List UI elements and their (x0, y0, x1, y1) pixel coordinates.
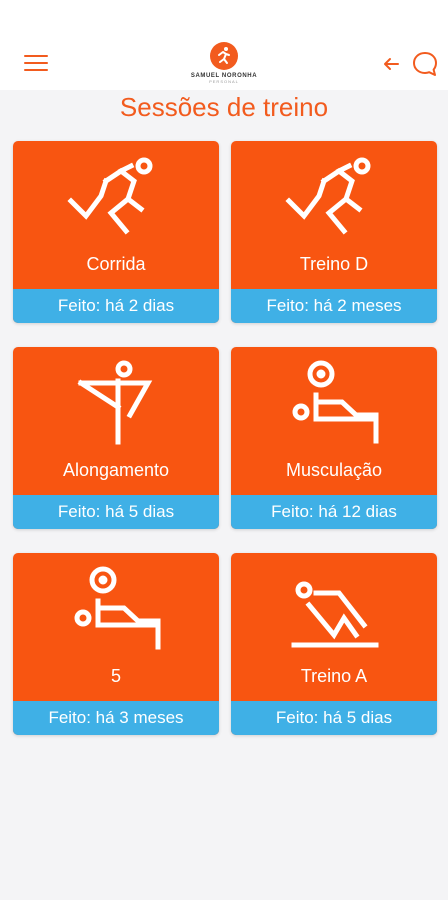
session-card[interactable]: Musculação Feito: há 12 dias (231, 347, 437, 529)
session-card[interactable]: Corrida Feito: há 2 dias (13, 141, 219, 323)
session-status: Feito: há 12 dias (231, 495, 437, 529)
session-card[interactable]: 5 Feito: há 3 meses (13, 553, 219, 735)
session-status: Feito: há 2 dias (13, 289, 219, 323)
arrow-left-icon (384, 58, 399, 70)
runner-icon (285, 157, 371, 235)
session-name: Alongamento (62, 460, 170, 480)
session-status: Feito: há 5 dias (13, 495, 219, 529)
chat-button[interactable] (412, 50, 438, 78)
runner-logo-icon (210, 42, 238, 70)
session-name: Musculação (285, 460, 383, 480)
session-status: Feito: há 3 meses (13, 701, 219, 735)
brand-logo: SAMUEL NORONHA PERSONAL (184, 42, 264, 88)
brand-subtitle: PERSONAL (209, 79, 239, 84)
back-button[interactable] (381, 54, 401, 74)
session-card[interactable]: Alongamento Feito: há 5 dias (13, 347, 219, 529)
session-name: Corrida (86, 254, 146, 274)
weightlifting-icon (74, 566, 161, 650)
runner-icon (67, 157, 153, 235)
stretching-icon (77, 360, 153, 445)
session-card[interactable]: Treino A Feito: há 5 dias (231, 553, 437, 735)
session-status: Feito: há 2 meses (231, 289, 437, 323)
session-card[interactable]: Treino D Feito: há 2 meses (231, 141, 437, 323)
hamburger-icon (24, 55, 48, 57)
page-title: Sessões de treino (119, 92, 329, 122)
weightlifting-icon (292, 360, 379, 444)
session-name: Treino D (299, 254, 369, 274)
situp-icon (291, 581, 379, 648)
session-status: Feito: há 5 dias (231, 701, 437, 735)
chat-bubble-icon (413, 52, 437, 76)
session-name: 5 (110, 666, 121, 686)
top-bar: SAMUEL NORONHA PERSONAL (0, 0, 448, 90)
menu-button[interactable] (24, 55, 48, 75)
session-name: Treino A (300, 666, 368, 686)
